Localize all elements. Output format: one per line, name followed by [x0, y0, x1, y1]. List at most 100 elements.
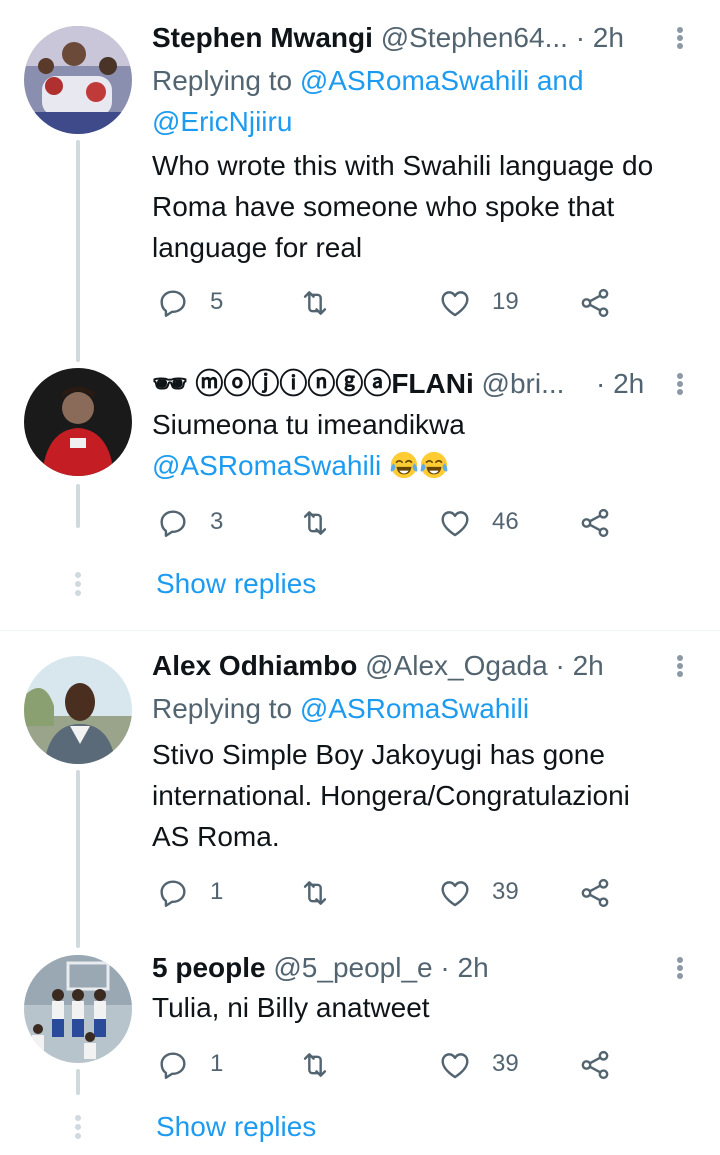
reply-icon	[156, 506, 190, 540]
avatar[interactable]	[24, 955, 132, 1063]
tweet-text-line: Siumeona tu imeandikwa	[152, 409, 465, 440]
share-icon	[578, 286, 612, 320]
more-vertical-icon[interactable]	[668, 948, 692, 988]
tweet-text-line: Stivo Simple Boy Jakoyugi has gone	[152, 739, 605, 770]
user-handle[interactable]: @5_peopl_e	[273, 952, 432, 983]
user-handle[interactable]: @Alex_Ogada	[365, 650, 548, 681]
more-replies-dots-icon	[75, 570, 81, 598]
face-with-tears-of-joy-icon	[389, 450, 419, 480]
display-name[interactable]: Alex Odhiambo	[152, 650, 357, 681]
face-with-tears-of-joy-icon	[419, 450, 449, 480]
avatar[interactable]	[24, 368, 132, 476]
tweet-text-line: language for real	[152, 232, 363, 263]
like-button[interactable]: 39	[438, 870, 548, 914]
tweet-text-line: international. Hongera/Congratulazioni	[152, 780, 630, 811]
replying-prefix: Replying to	[152, 65, 300, 96]
tweet-text-line: AS Roma.	[152, 821, 280, 852]
tweet-text: Who wrote this with Swahili language do …	[152, 145, 700, 268]
mention-link[interactable]: @ASRomaSwahili	[152, 450, 381, 481]
share-button[interactable]	[578, 870, 618, 914]
action-bar: 3 46	[152, 500, 632, 544]
avatar[interactable]	[24, 26, 132, 134]
display-name[interactable]: 🕶 ⓜⓞⓙⓘⓝⓖⓐFLANi	[152, 368, 474, 399]
thread-connector	[76, 484, 80, 528]
tweet-text-line: Tulia, ni Billy anatweet	[152, 992, 430, 1023]
share-icon	[578, 1048, 612, 1082]
tweet-text-line: Who wrote this with Swahili language do	[152, 150, 654, 181]
action-bar: 5 19	[152, 280, 632, 324]
reply-button[interactable]: 1	[156, 1042, 246, 1086]
reply-button[interactable]: 5	[156, 280, 246, 324]
share-icon	[578, 876, 612, 910]
retweet-button[interactable]	[298, 870, 338, 914]
heart-icon	[438, 1048, 472, 1082]
share-button[interactable]	[578, 500, 618, 544]
tweet-text: Stivo Simple Boy Jakoyugi has gone inter…	[152, 734, 700, 857]
mention-link[interactable]: @ASRomaSwahili	[300, 693, 529, 724]
retweet-button[interactable]	[298, 1042, 338, 1086]
avatar[interactable]	[24, 656, 132, 764]
display-name[interactable]: 5 people	[152, 952, 266, 983]
more-vertical-icon[interactable]	[668, 646, 692, 686]
tweet-text-line-2: @ASRomaSwahili	[152, 445, 700, 486]
retweet-button[interactable]	[298, 500, 338, 544]
tweet-1[interactable]: Stephen Mwangi @Stephen64... · 2h Replyi…	[0, 0, 720, 362]
reply-button[interactable]: 1	[156, 870, 246, 914]
retweet-icon	[298, 876, 332, 910]
show-replies-link[interactable]: Show replies	[156, 564, 316, 604]
action-bar: 1 39	[152, 1042, 632, 1086]
show-replies-link[interactable]: Show replies	[156, 1107, 316, 1147]
thread-separator	[0, 630, 720, 631]
like-count: 46	[492, 508, 519, 535]
retweet-icon	[298, 506, 332, 540]
action-bar: 1 39	[152, 870, 632, 914]
like-button[interactable]: 39	[438, 1042, 548, 1086]
tweet-header: 🕶 ⓜⓞⓙⓘⓝⓖⓐFLANi @bri... · 2h	[152, 364, 672, 404]
reply-count: 3	[210, 508, 224, 535]
retweet-icon	[298, 286, 332, 320]
timestamp[interactable]: · 2h	[576, 22, 624, 53]
share-button[interactable]	[578, 280, 618, 324]
tweet-header: Alex Odhiambo @Alex_Ogada · 2h	[152, 646, 672, 686]
timestamp[interactable]: · 2h	[555, 650, 603, 681]
reply-icon	[156, 876, 190, 910]
reply-icon	[156, 1048, 190, 1082]
reply-icon	[156, 286, 190, 320]
mention-link[interactable]: @ASRomaSwahili and	[300, 65, 584, 96]
timestamp[interactable]: · 2h	[596, 364, 644, 404]
thread-connector	[76, 1069, 80, 1095]
tweet-text: Siumeona tu imeandikwa @ASRomaSwahili	[152, 404, 700, 486]
tweet-4[interactable]: 5 people @5_peopl_e · 2h Tulia, ni Billy…	[0, 945, 720, 1095]
display-name[interactable]: Stephen Mwangi	[152, 22, 373, 53]
replying-to: Replying to @ASRomaSwahili and @EricNjii…	[152, 60, 692, 142]
tweet-2[interactable]: 🕶 ⓜⓞⓙⓘⓝⓖⓐFLANi @bri... · 2h Siumeona tu …	[0, 360, 720, 550]
reply-count: 1	[210, 878, 224, 905]
reply-count: 5	[210, 288, 224, 315]
tweet-3[interactable]: Alex Odhiambo @Alex_Ogada · 2h Replying …	[0, 640, 720, 948]
replying-to: Replying to @ASRomaSwahili	[152, 688, 692, 729]
timestamp[interactable]: · 2h	[440, 952, 488, 983]
tweet-text: Tulia, ni Billy anatweet	[152, 987, 700, 1028]
share-icon	[578, 506, 612, 540]
like-count: 39	[492, 1050, 519, 1077]
like-count: 39	[492, 878, 519, 905]
user-handle[interactable]: @Stephen64...	[381, 22, 568, 53]
tweet-header: Stephen Mwangi @Stephen64... · 2h	[152, 18, 672, 58]
like-button[interactable]: 19	[438, 280, 548, 324]
share-button[interactable]	[578, 1042, 618, 1086]
more-vertical-icon[interactable]	[668, 364, 692, 404]
user-handle[interactable]: @bri...	[482, 368, 565, 399]
mention-link[interactable]: @EricNjiiru	[152, 106, 292, 137]
like-count: 19	[492, 288, 519, 315]
tweet-text-line: Roma have someone who spoke that	[152, 191, 615, 222]
tweet-header: 5 people @5_peopl_e · 2h	[152, 948, 672, 988]
replying-prefix: Replying to	[152, 693, 300, 724]
retweet-button[interactable]	[298, 280, 338, 324]
heart-icon	[438, 506, 472, 540]
reply-count: 1	[210, 1050, 224, 1077]
like-button[interactable]: 46	[438, 500, 548, 544]
retweet-icon	[298, 1048, 332, 1082]
more-vertical-icon[interactable]	[668, 18, 692, 58]
thread-connector	[76, 770, 80, 948]
reply-button[interactable]: 3	[156, 500, 246, 544]
